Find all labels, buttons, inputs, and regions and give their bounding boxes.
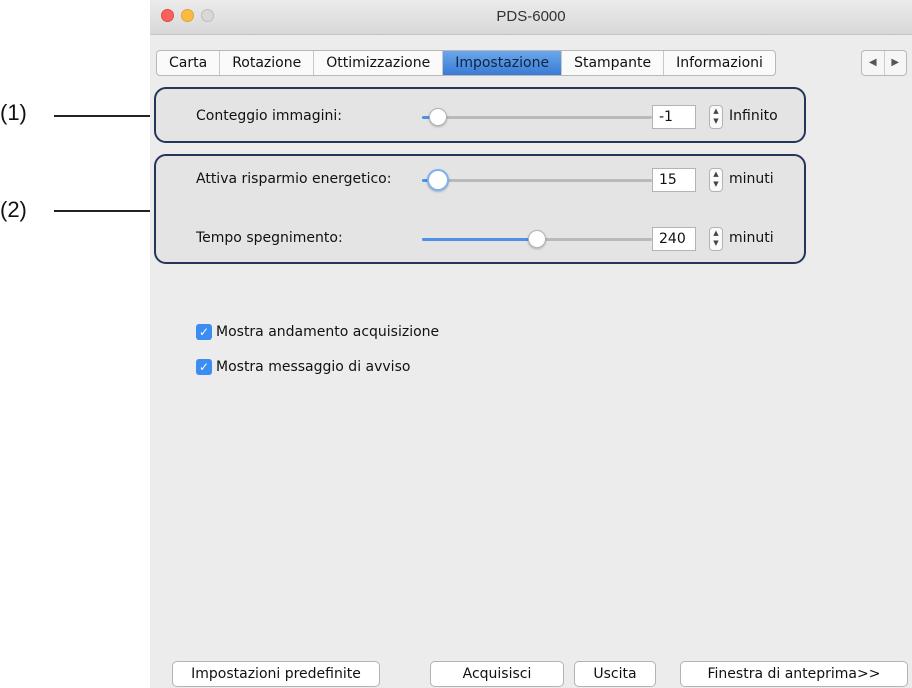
tab-scroll-right-icon[interactable]: ▶ bbox=[883, 51, 907, 75]
shutdown-slider[interactable] bbox=[422, 230, 652, 248]
shutdown-unit: minuti bbox=[729, 230, 774, 246]
title-bar: PDS-6000 bbox=[150, 0, 912, 35]
callout-1: (1) bbox=[0, 100, 27, 125]
power-save-label: Attiva risparmio energetico: bbox=[196, 171, 392, 187]
shutdown-field[interactable]: 240 bbox=[652, 227, 696, 251]
callout-2: (2) bbox=[0, 197, 27, 222]
progress-checkbox-label: Mostra andamento acquisizione bbox=[216, 324, 440, 340]
tab-stampante[interactable]: Stampante bbox=[562, 51, 665, 75]
tab-bar: Carta Rotazione Ottimizzazione Impostazi… bbox=[156, 50, 776, 76]
defaults-button[interactable]: Impostazioni predefinite bbox=[172, 661, 380, 687]
stepper-arrows-icon[interactable]: ▲ ▼ bbox=[709, 105, 723, 129]
image-count-slider-knob[interactable] bbox=[429, 108, 448, 126]
image-count-slider[interactable] bbox=[422, 108, 652, 126]
progress-checkbox-row[interactable]: ✓ Mostra andamento acquisizione bbox=[196, 324, 439, 340]
image-count-unit: Infinito bbox=[729, 108, 778, 124]
stepper-arrows-icon[interactable]: ▲ ▼ bbox=[709, 227, 723, 251]
tab-carta[interactable]: Carta bbox=[157, 51, 221, 75]
power-settings-group: Attiva risparmio energetico: 15 ▲ ▼ minut… bbox=[154, 154, 806, 264]
shutdown-slider-fill bbox=[422, 238, 537, 241]
checkmark-icon[interactable]: ✓ bbox=[196, 324, 212, 340]
preview-button[interactable]: Finestra di anteprima>> bbox=[680, 661, 908, 687]
tab-impostazione[interactable]: Impostazione bbox=[443, 51, 563, 75]
image-count-field[interactable]: -1 bbox=[652, 105, 696, 129]
tab-ottimizzazione[interactable]: Ottimizzazione bbox=[314, 51, 444, 75]
warning-checkbox-row[interactable]: ✓ Mostra messaggio di avviso bbox=[196, 359, 410, 375]
tab-rotazione[interactable]: Rotazione bbox=[220, 51, 315, 75]
warning-checkbox-label: Mostra messaggio di avviso bbox=[216, 359, 411, 375]
power-save-slider[interactable] bbox=[422, 169, 652, 191]
window-title: PDS-6000 bbox=[496, 8, 566, 25]
scan-button[interactable]: Acquisisci bbox=[430, 661, 564, 687]
shutdown-label: Tempo spegnimento: bbox=[196, 230, 343, 246]
shutdown-slider-knob[interactable] bbox=[528, 230, 546, 248]
app-window: PDS-6000 Carta Rotazione Ottimizzazione … bbox=[150, 0, 912, 688]
checkmark-icon[interactable]: ✓ bbox=[196, 359, 212, 375]
power-save-unit: minuti bbox=[729, 171, 774, 187]
callout-2-line bbox=[54, 210, 154, 212]
power-save-slider-knob[interactable] bbox=[427, 169, 450, 191]
exit-button[interactable]: Uscita bbox=[574, 661, 656, 687]
image-count-group: Conteggio immagini: -1 ▲ ▼ Infinito bbox=[154, 87, 806, 143]
tab-scroll-left-icon[interactable]: ◀ bbox=[862, 51, 884, 75]
stepper-arrows-icon[interactable]: ▲ ▼ bbox=[709, 168, 723, 192]
power-save-field[interactable]: 15 bbox=[652, 168, 696, 192]
tab-informazioni[interactable]: Informazioni bbox=[664, 51, 775, 75]
tab-scroll-control: ◀ ▶ bbox=[861, 50, 907, 76]
callout-1-line bbox=[54, 115, 154, 117]
image-count-label: Conteggio immagini: bbox=[196, 108, 342, 124]
